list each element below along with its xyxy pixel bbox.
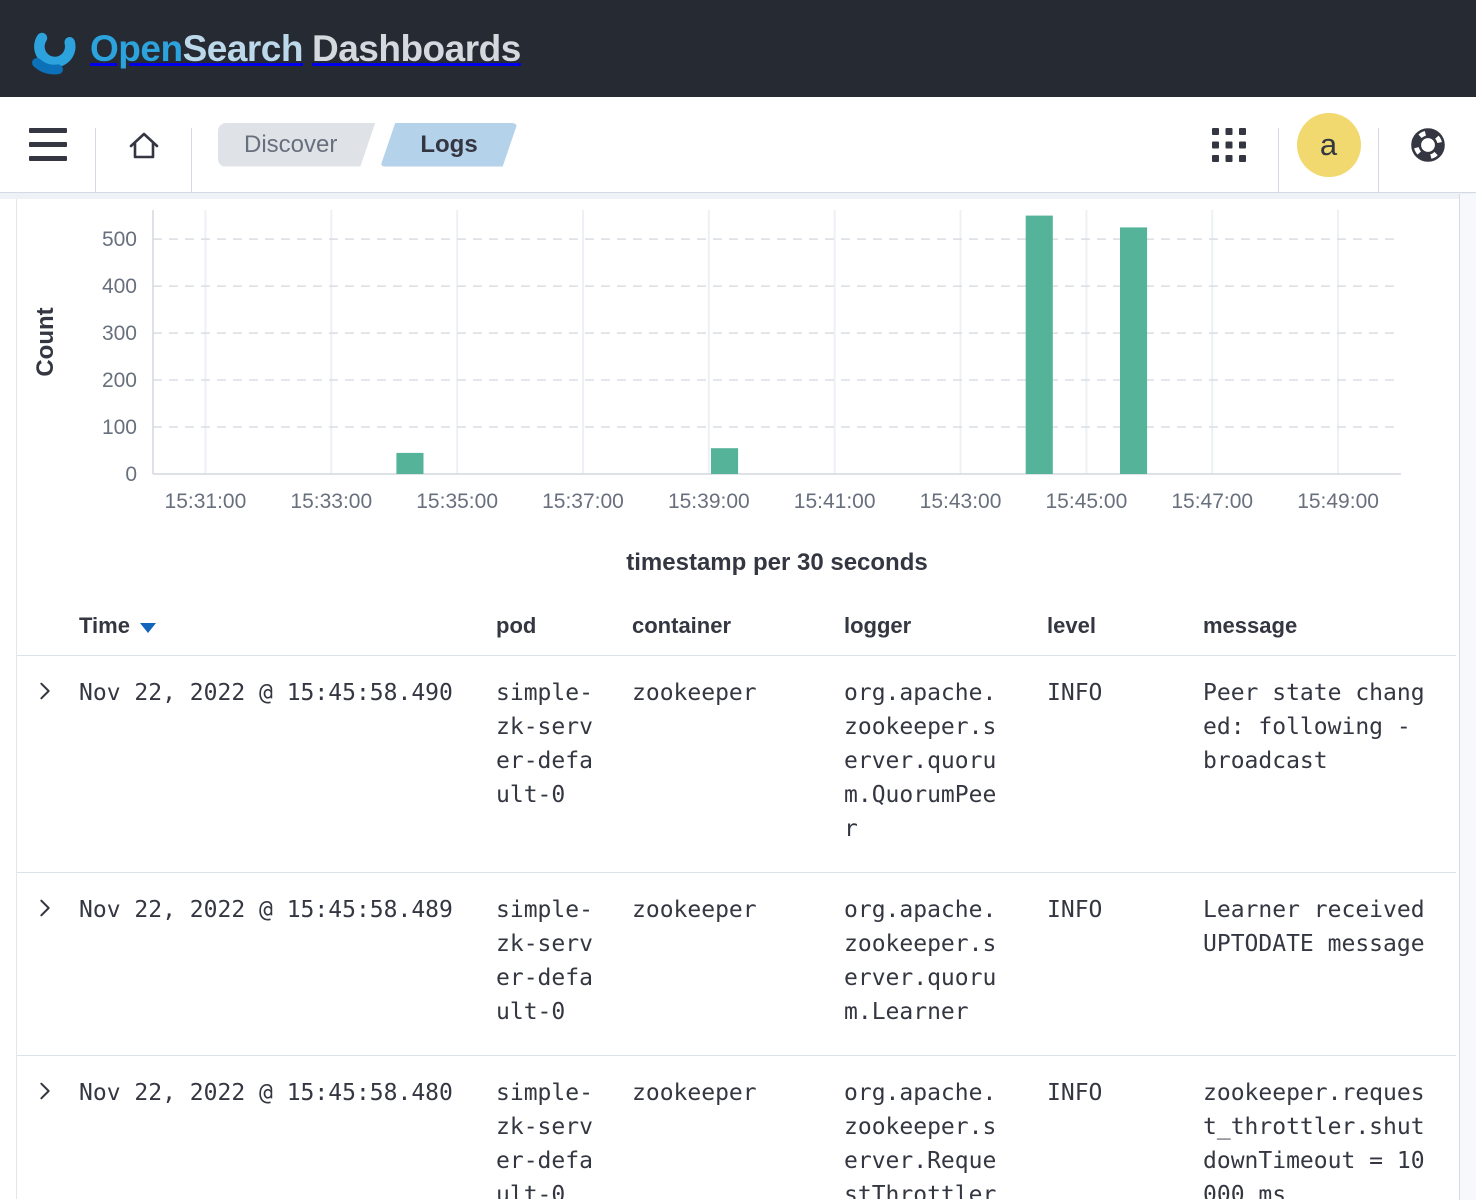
logo-dashboards: Dashboards — [312, 28, 521, 69]
svg-text:100: 100 — [102, 416, 137, 439]
svg-text:200: 200 — [102, 369, 137, 392]
apps-grid-icon — [1211, 127, 1247, 163]
breadcrumb: Discover Logs — [218, 123, 518, 167]
home-icon — [124, 125, 164, 165]
log-table-body: Nov 22, 2022 @ 15:45:58.490simple-zk-ser… — [17, 656, 1456, 1200]
table-row: Nov 22, 2022 @ 15:45:58.489simple-zk-ser… — [17, 873, 1456, 1056]
breadcrumb-logs[interactable]: Logs — [380, 123, 517, 167]
logo-text: OpenSearchDashboards — [90, 28, 521, 70]
logo-open: Open — [90, 28, 183, 69]
svg-text:15:41:00: 15:41:00 — [794, 490, 876, 513]
histogram-bar[interactable] — [396, 453, 423, 474]
apps-menu-button[interactable] — [1211, 127, 1247, 163]
cell-message: zookeeper.request_throttler.shutdownTime… — [1195, 1056, 1456, 1200]
opensearch-logo[interactable]: OpenSearchDashboards — [28, 23, 521, 75]
cell-time: Nov 22, 2022 @ 15:45:58.480 — [71, 1056, 488, 1200]
expander-column-header — [17, 595, 71, 656]
cell-logger: org.apache.zookeeper.server.RequestThrot… — [836, 1056, 1039, 1200]
cell-container: zookeeper — [624, 873, 836, 1056]
column-header-message: message — [1195, 595, 1456, 656]
opensearch-logo-icon — [28, 23, 80, 75]
nav-bar: Discover Logs a — [0, 97, 1476, 193]
help-button[interactable] — [1405, 122, 1451, 168]
histogram-bar[interactable] — [1026, 216, 1053, 474]
column-header-pod: pod — [488, 595, 624, 656]
hamburger-icon — [29, 128, 67, 161]
expand-row-button[interactable] — [34, 680, 56, 705]
cell-container: zookeeper — [624, 656, 836, 873]
chevron-right-icon — [34, 1080, 56, 1102]
cell-pod: simple-zk-server-default-0 — [488, 1056, 624, 1200]
chevron-right-icon — [34, 680, 56, 702]
svg-text:15:39:00: 15:39:00 — [668, 490, 750, 513]
table-header-row: Time pod container logger level message — [17, 595, 1456, 656]
column-header-logger: logger — [836, 595, 1039, 656]
chevron-right-icon — [34, 897, 56, 919]
histogram-bar[interactable] — [711, 448, 738, 474]
cell-message: Peer state changed: following - broadcas… — [1195, 656, 1456, 873]
svg-text:15:43:00: 15:43:00 — [920, 490, 1002, 513]
cell-time: Nov 22, 2022 @ 15:45:58.489 — [71, 873, 488, 1056]
svg-text:15:35:00: 15:35:00 — [416, 490, 498, 513]
cell-pod: simple-zk-server-default-0 — [488, 873, 624, 1056]
expand-row-button[interactable] — [34, 1080, 56, 1105]
documents-table: Time pod container logger level message … — [17, 595, 1456, 1199]
cell-level: INFO — [1039, 656, 1195, 873]
help-lifebuoy-icon — [1405, 122, 1451, 168]
global-header: OpenSearchDashboards — [0, 0, 1476, 97]
avatar[interactable]: a — [1297, 113, 1361, 177]
expand-row-button[interactable] — [34, 897, 56, 922]
cell-logger: org.apache.zookeeper.server.quorum.Learn… — [836, 873, 1039, 1056]
y-axis-label: Count — [32, 307, 59, 376]
column-header-level: level — [1039, 595, 1195, 656]
sort-descending-icon — [140, 623, 156, 633]
table-row: Nov 22, 2022 @ 15:45:58.480simple-zk-ser… — [17, 1056, 1456, 1200]
svg-text:15:45:00: 15:45:00 — [1046, 490, 1128, 513]
svg-text:300: 300 — [102, 322, 137, 345]
svg-text:15:37:00: 15:37:00 — [542, 490, 624, 513]
cell-message: Learner received UPTODATE message — [1195, 873, 1456, 1056]
svg-text:15:31:00: 15:31:00 — [165, 490, 247, 513]
divider — [191, 128, 192, 192]
breadcrumb-discover[interactable]: Discover — [218, 123, 375, 167]
home-button[interactable] — [124, 125, 164, 165]
svg-text:15:49:00: 15:49:00 — [1297, 490, 1379, 513]
menu-button[interactable] — [29, 128, 67, 161]
svg-text:15:47:00: 15:47:00 — [1171, 490, 1253, 513]
histogram-bar[interactable] — [1120, 227, 1147, 474]
histogram-chart[interactable]: 0 100 200 300 400 500 15:31:00 15:33:00 15:35:00… — [17, 199, 1456, 577]
svg-text:15:33:00: 15:33:00 — [290, 490, 372, 513]
cell-container: zookeeper — [624, 1056, 836, 1200]
table-row: Nov 22, 2022 @ 15:45:58.490simple-zk-ser… — [17, 656, 1456, 873]
scrollbar-gutter[interactable] — [1459, 194, 1476, 1200]
cell-time: Nov 22, 2022 @ 15:45:58.490 — [71, 656, 488, 873]
svg-text:400: 400 — [102, 275, 137, 298]
logo-search: Search — [183, 28, 303, 69]
cell-level: INFO — [1039, 1056, 1195, 1200]
x-axis-title: timestamp per 30 seconds — [153, 549, 1401, 577]
svg-text:0: 0 — [125, 463, 137, 486]
cell-pod: simple-zk-server-default-0 — [488, 656, 624, 873]
cell-level: INFO — [1039, 873, 1195, 1056]
cell-logger: org.apache.zookeeper.server.quorum.Quoru… — [836, 656, 1039, 873]
column-header-time[interactable]: Time — [71, 595, 488, 656]
histogram-svg[interactable]: 0 100 200 300 400 500 15:31:00 15:33:00 15:35:00… — [17, 200, 1456, 532]
discover-main: 0 100 200 300 400 500 15:31:00 15:33:00 15:35:00… — [16, 199, 1456, 1199]
svg-text:500: 500 — [102, 228, 137, 251]
column-header-container: container — [624, 595, 836, 656]
